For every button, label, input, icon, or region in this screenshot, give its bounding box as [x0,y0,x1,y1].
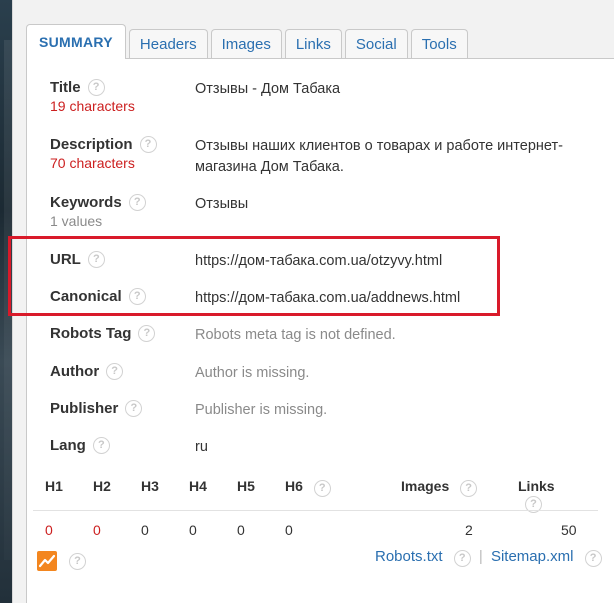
author-value: Author is missing. [195,365,310,381]
images-count: 2 [465,522,473,538]
chart-help-icon[interactable]: ? [69,553,86,570]
publisher-help-icon[interactable]: ? [125,400,143,417]
description-help-icon[interactable]: ? [139,136,157,153]
description-row: Description ? 70 characters Отзывы наших… [50,136,610,175]
robots-txt-help-icon[interactable]: ? [453,550,471,567]
author-help-icon[interactable]: ? [106,363,124,380]
publisher-row: Publisher ? Publisher is missing. [50,400,610,418]
headings-summary-table: H1 H2 H3 H4 H5 H6 ? Images ? Links ? [26,478,581,513]
title-row: Title ? 19 characters Отзывы - Дом Табак… [50,79,610,114]
title-help-icon[interactable]: ? [87,79,105,96]
images-help-icon[interactable]: ? [460,480,478,497]
keywords-help-icon[interactable]: ? [128,194,146,211]
links-header: Links ? [518,478,581,513]
publisher-value: Publisher is missing. [195,402,328,418]
h4-header: H4 [189,478,207,494]
keywords-value: Отзывы [195,196,249,212]
robots-txt-link[interactable]: Robots.txt [375,548,443,565]
robots-row: Robots Tag ? Robots meta tag is not defi… [50,325,610,343]
h6-help-icon[interactable]: ? [313,480,331,497]
keywords-label: Keywords [50,194,122,211]
robots-value: Robots meta tag is not defined. [195,327,396,343]
keywords-row: Keywords ? 1 values Отзывы [50,194,610,229]
headings-header-row: H1 H2 H3 H4 H5 H6 ? Images ? Links ? [26,478,581,513]
robots-help-icon[interactable]: ? [138,325,156,342]
trend-chart-icon[interactable] [37,551,57,571]
tab-headers[interactable]: Headers [128,29,208,58]
h3-count: 0 [141,522,149,538]
description-value: Отзывы наших клиентов о товарах и работе… [195,138,563,175]
h5-count: 0 [237,522,245,538]
sitemap-xml-link[interactable]: Sitemap.xml [491,548,574,565]
sitemap-help-icon[interactable]: ? [584,550,602,567]
h5-header: H5 [237,478,255,494]
h2-header: H2 [93,478,111,494]
h6-count: 0 [285,522,293,538]
h1-count: 0 [45,522,53,538]
tab-tools[interactable]: Tools [410,29,468,58]
h4-count: 0 [189,522,197,538]
tab-social[interactable]: Social [344,29,408,58]
h6-header: H6 ? [285,478,331,497]
h2-count: 0 [93,522,101,538]
title-label: Title [50,79,81,96]
lang-value: ru [195,439,208,455]
lang-label: Lang [50,437,86,454]
headings-divider [33,510,598,511]
h1-header: H1 [45,478,63,494]
title-length: 19 characters [50,98,135,114]
images-header: Images ? [401,478,478,497]
tab-links[interactable]: Links [284,29,342,58]
robots-label: Robots Tag [50,325,132,342]
author-row: Author ? Author is missing. [50,363,610,381]
tab-bar: SUMMARY Headers Images Links Social Tool… [26,24,468,59]
keywords-count: 1 values [50,213,103,229]
h3-header: H3 [141,478,159,494]
tab-images[interactable]: Images [210,29,282,58]
lang-help-icon[interactable]: ? [92,437,110,454]
links-count: 50 [561,522,577,538]
author-label: Author [50,363,100,380]
tab-summary[interactable]: SUMMARY [26,24,126,59]
bottom-links: Robots.txt ? | Sitemap.xml ? [375,548,602,567]
link-separator: | [478,548,483,565]
description-label: Description [50,136,133,153]
title-value: Отзывы - Дом Табака [195,81,341,97]
publisher-label: Publisher [50,400,119,417]
annotation-highlight-box [8,236,500,316]
lang-row: Lang ? ru [50,437,610,455]
